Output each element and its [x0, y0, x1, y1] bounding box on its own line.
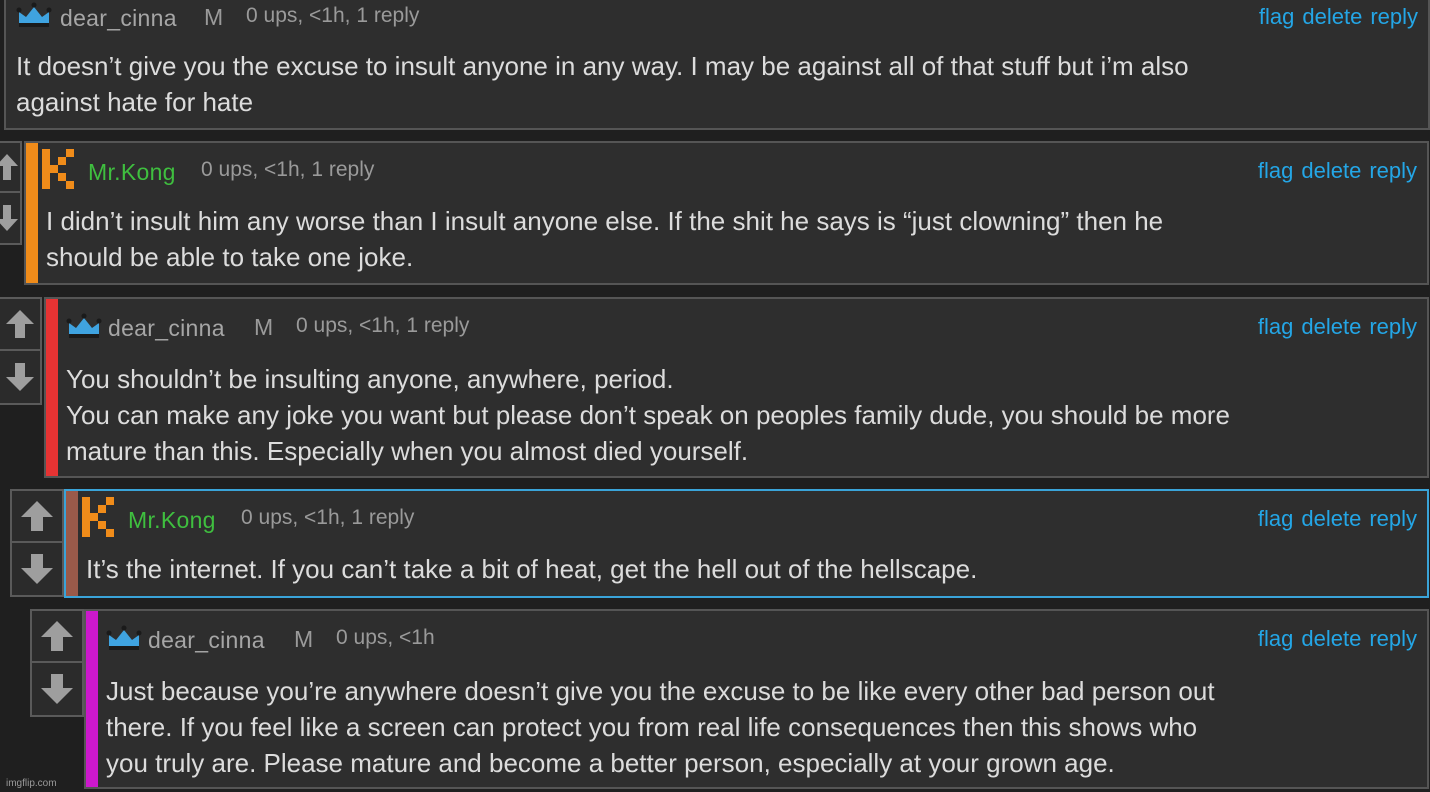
upvote-button[interactable]: [0, 299, 40, 351]
comment-card: Mr.Kong 0 ups, <1h, 1 reply flag delete …: [24, 141, 1429, 285]
k-letter-icon: [82, 497, 116, 542]
up-arrow-icon: [41, 621, 73, 651]
comment-actions: flag delete reply: [1258, 314, 1417, 340]
username[interactable]: Mr.Kong: [88, 159, 176, 186]
comment-line: mature than this. Especially when you al…: [66, 436, 749, 466]
comment-body: It’s the internet. If you can’t take a b…: [86, 551, 977, 587]
crown-icon: [106, 625, 142, 656]
flag-link[interactable]: flag: [1259, 4, 1294, 30]
flag-link[interactable]: flag: [1258, 506, 1293, 532]
reply-link[interactable]: reply: [1369, 506, 1417, 532]
crown-icon: [66, 313, 102, 344]
comment-actions: flag delete reply: [1258, 158, 1417, 184]
downvote-button[interactable]: [0, 351, 40, 403]
delete-link[interactable]: delete: [1301, 158, 1361, 184]
flag-link[interactable]: flag: [1258, 158, 1293, 184]
watermark: imgflip.com: [6, 778, 57, 789]
comment-actions: flag delete reply: [1258, 506, 1417, 532]
upvote-button[interactable]: [12, 491, 62, 543]
vote-controls: [10, 489, 64, 597]
gender-label: M: [254, 314, 274, 340]
comment-actions: flag delete reply: [1258, 626, 1417, 652]
down-arrow-icon: [41, 674, 73, 704]
upvote-button[interactable]: [32, 611, 82, 663]
thread-depth-bar: [26, 143, 38, 283]
vote-controls: [0, 141, 22, 245]
down-arrow-icon: [6, 363, 34, 391]
comment-line: there. If you feel like a screen can pro…: [106, 712, 1198, 742]
comment-meta: 0 ups, <1h, 1 reply: [201, 158, 375, 181]
delete-link[interactable]: delete: [1301, 506, 1361, 532]
comment-meta: 0 ups, <1h, 1 reply: [296, 314, 470, 337]
downvote-button[interactable]: [0, 193, 20, 243]
comment-actions: flag delete reply: [1259, 4, 1418, 30]
flag-link[interactable]: flag: [1258, 314, 1293, 340]
comment-card: dear_cinna M 0 ups, <1h, 1 reply flag de…: [4, 0, 1430, 130]
comment-body: Just because you’re anywhere doesn’t giv…: [106, 673, 1215, 781]
comment-card: dear_cinna M 0 ups, <1h flag delete repl…: [84, 609, 1429, 789]
comment-line: I didn’t insult him any worse than I ins…: [46, 206, 1164, 236]
comment-body: I didn’t insult him any worse than I ins…: [46, 203, 1163, 275]
down-arrow-icon: [0, 205, 18, 231]
comment-line: You shouldn’t be insulting anyone, anywh…: [66, 364, 674, 394]
delete-link[interactable]: delete: [1301, 626, 1361, 652]
thread-depth-bar: [86, 611, 98, 787]
comment-meta: 0 ups, <1h, 1 reply: [241, 506, 415, 529]
delete-link[interactable]: delete: [1302, 4, 1362, 30]
up-arrow-icon: [21, 501, 53, 531]
comment-line: It’s the internet. If you can’t take a b…: [86, 554, 978, 584]
downvote-button[interactable]: [12, 543, 62, 595]
username[interactable]: dear_cinna: [60, 5, 177, 32]
reply-link[interactable]: reply: [1369, 158, 1417, 184]
gender-label: M: [204, 4, 224, 30]
username[interactable]: Mr.Kong: [128, 507, 216, 534]
vote-controls: [30, 609, 84, 717]
comment-line: you truly are. Please mature and become …: [106, 748, 1115, 778]
downvote-button[interactable]: [32, 663, 82, 715]
up-arrow-icon: [0, 154, 18, 180]
comment-meta: 0 ups, <1h, 1 reply: [246, 4, 420, 27]
gender-label: M: [294, 626, 314, 652]
comment-body: It doesn’t give you the excuse to insult…: [16, 48, 1189, 120]
thread-depth-bar: [46, 299, 58, 476]
comment-line: You can make any joke you want but pleas…: [66, 400, 1231, 430]
comment-card: Mr.Kong 0 ups, <1h, 1 reply flag delete …: [64, 489, 1429, 598]
comment-line: should be able to take one joke.: [46, 242, 414, 272]
comment-line: Just because you’re anywhere doesn’t giv…: [106, 676, 1215, 706]
delete-link[interactable]: delete: [1301, 314, 1361, 340]
flag-link[interactable]: flag: [1258, 626, 1293, 652]
thread-depth-bar: [66, 491, 78, 596]
vote-controls: [0, 297, 42, 405]
reply-link[interactable]: reply: [1370, 4, 1418, 30]
username[interactable]: dear_cinna: [108, 315, 225, 342]
comment-line: against hate for hate: [16, 87, 254, 117]
reply-link[interactable]: reply: [1369, 314, 1417, 340]
upvote-button[interactable]: [0, 143, 20, 193]
comment-card: dear_cinna M 0 ups, <1h, 1 reply flag de…: [44, 297, 1429, 478]
up-arrow-icon: [6, 310, 34, 338]
crown-icon: [16, 2, 52, 33]
comment-line: It doesn’t give you the excuse to insult…: [16, 51, 1189, 81]
comment-body: You shouldn’t be insulting anyone, anywh…: [66, 361, 1230, 469]
reply-link[interactable]: reply: [1369, 626, 1417, 652]
comment-meta: 0 ups, <1h: [336, 626, 435, 649]
k-letter-icon: [42, 149, 76, 194]
username[interactable]: dear_cinna: [148, 627, 265, 654]
down-arrow-icon: [21, 554, 53, 584]
